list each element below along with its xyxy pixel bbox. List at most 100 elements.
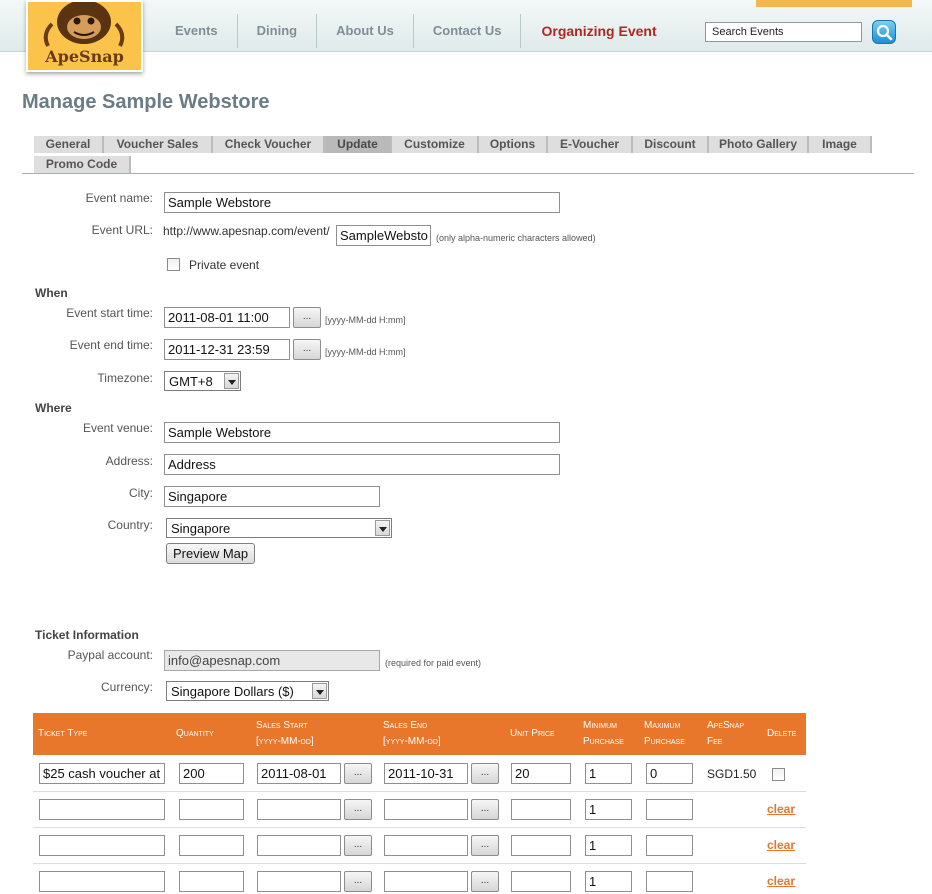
currency-value: Singapore Dollars ($) (171, 684, 294, 699)
col-fee: Fee (707, 736, 723, 747)
sales-start-picker-button[interactable]: ... (344, 763, 372, 784)
sales-end-field[interactable]: 2011-10-31 (384, 763, 468, 784)
event-url-field[interactable]: SampleWebsto (336, 225, 431, 246)
tabs-divider (22, 173, 914, 174)
preview-map-button[interactable]: Preview Map (166, 543, 256, 564)
currency-select[interactable]: Singapore Dollars ($) (166, 681, 329, 701)
delete-checkbox[interactable] (772, 768, 785, 781)
city-label: City: (129, 486, 153, 500)
venue-field[interactable]: Sample Webstore (164, 422, 560, 443)
ticket-type-field[interactable]: $25 cash voucher at (39, 763, 165, 784)
page-title: Manage Sample Webstore (22, 91, 270, 113)
address-label: Address: (105, 454, 153, 468)
col-maximum: Maximum (644, 720, 681, 731)
event-url-hint: (only alpha-numeric characters allowed) (436, 233, 596, 243)
sales-end-field[interactable] (384, 799, 468, 820)
ticket-type-field[interactable] (39, 799, 165, 820)
when-heading: When (35, 286, 68, 300)
quantity-field[interactable] (179, 871, 244, 892)
unit-price-field[interactable] (511, 799, 571, 820)
sales-end-field[interactable] (384, 835, 468, 856)
min-purchase-field[interactable]: 1 (585, 799, 632, 820)
sales-start-picker-button[interactable]: ... (344, 871, 372, 892)
sales-start-field[interactable] (257, 835, 341, 856)
unit-price-field[interactable]: 20 (511, 763, 571, 784)
col-sales-end-format: [yyyy-MM-dd] (383, 736, 441, 747)
clear-row-link[interactable]: clear (767, 874, 795, 888)
min-purchase-field[interactable]: 1 (585, 835, 632, 856)
clear-row-link[interactable]: clear (767, 802, 795, 816)
quantity-field[interactable] (179, 835, 244, 856)
header-accent-strip (756, 0, 912, 7)
nav-events[interactable]: Events (155, 14, 238, 48)
start-time-picker-button[interactable]: ... (293, 307, 321, 328)
city-field[interactable]: Singapore (164, 486, 380, 507)
search-input[interactable]: Search Events (705, 22, 862, 42)
max-purchase-field[interactable] (646, 871, 693, 892)
col-delete: Delete (767, 728, 797, 739)
ticket-type-field[interactable] (39, 871, 165, 892)
quantity-field[interactable] (179, 799, 244, 820)
address-field[interactable]: Address (164, 454, 560, 475)
chevron-down-icon (375, 520, 390, 536)
site-logo[interactable]: ApeSnap (26, 0, 143, 72)
tab-voucher-sales[interactable]: Voucher Sales (104, 136, 213, 153)
quantity-field[interactable]: 200 (179, 763, 244, 784)
event-name-field[interactable]: Sample Webstore (164, 192, 560, 213)
unit-price-field[interactable] (511, 871, 571, 892)
nav-dining[interactable]: Dining (238, 14, 318, 48)
sales-end-picker-button[interactable]: ... (471, 835, 499, 856)
timezone-label: Timezone: (97, 371, 153, 385)
max-purchase-field[interactable] (646, 799, 693, 820)
tab-general[interactable]: General (34, 136, 104, 153)
sales-end-picker-button[interactable]: ... (471, 799, 499, 820)
tab-discount[interactable]: Discount (633, 136, 709, 153)
ticket-type-field[interactable] (39, 835, 165, 856)
tab-e-voucher[interactable]: E-Voucher (548, 136, 633, 153)
sales-start-field[interactable] (257, 871, 341, 892)
min-purchase-field[interactable]: 1 (585, 871, 632, 892)
col-unit-price: Unit Price (510, 728, 555, 739)
end-time-picker-button[interactable]: ... (293, 339, 321, 360)
tab-customize[interactable]: Customize (392, 136, 479, 153)
col-minimum-purchase: Purchase (583, 736, 624, 747)
sales-start-field[interactable] (257, 799, 341, 820)
col-sales-start: Sales Start (256, 720, 308, 731)
end-time-label: Event end time: (69, 338, 153, 352)
event-name-label: Event name: (85, 191, 153, 205)
nav-about-us[interactable]: About Us (317, 14, 414, 48)
start-time-field[interactable]: 2011-08-01 11:00 (164, 307, 290, 328)
start-time-label: Event start time: (66, 306, 153, 320)
sales-end-picker-button[interactable]: ... (471, 763, 499, 784)
tab-promo-code[interactable]: Promo Code (34, 156, 131, 173)
paypal-field[interactable]: info@apesnap.com (164, 650, 380, 671)
sales-start-picker-button[interactable]: ... (344, 835, 372, 856)
row-divider (33, 791, 806, 792)
tab-photo-gallery[interactable]: Photo Gallery (709, 136, 809, 153)
nav-contact-us[interactable]: Contact Us (414, 14, 522, 48)
nav-organizing-event[interactable]: Organizing Event (521, 14, 676, 48)
chevron-down-icon (312, 683, 327, 699)
max-purchase-field[interactable]: 0 (646, 763, 693, 784)
tab-options[interactable]: Options (479, 136, 548, 153)
max-purchase-field[interactable] (646, 835, 693, 856)
timezone-value: GMT+8 (169, 374, 213, 389)
sales-end-picker-button[interactable]: ... (471, 871, 499, 892)
search-button[interactable] (872, 20, 896, 44)
chevron-down-icon (224, 373, 239, 389)
clear-row-link[interactable]: clear (767, 838, 795, 852)
sales-end-field[interactable] (384, 871, 468, 892)
end-time-field[interactable]: 2011-12-31 23:59 (164, 339, 290, 360)
tab-check-voucher[interactable]: Check Voucher (213, 136, 325, 153)
tab-image[interactable]: Image (809, 136, 872, 153)
min-purchase-field[interactable]: 1 (585, 763, 632, 784)
apesnap-fee: SGD1.50 (707, 767, 757, 781)
unit-price-field[interactable] (511, 835, 571, 856)
timezone-select[interactable]: GMT+8 (164, 371, 241, 391)
tab-update[interactable]: Update (325, 136, 392, 153)
country-select[interactable]: Singapore (166, 518, 392, 538)
sales-start-picker-button[interactable]: ... (344, 799, 372, 820)
private-event-checkbox[interactable] (167, 258, 180, 271)
main-nav: Events Dining About Us Contact Us Organi… (155, 14, 677, 48)
sales-start-field[interactable]: 2011-08-01 (257, 763, 341, 784)
